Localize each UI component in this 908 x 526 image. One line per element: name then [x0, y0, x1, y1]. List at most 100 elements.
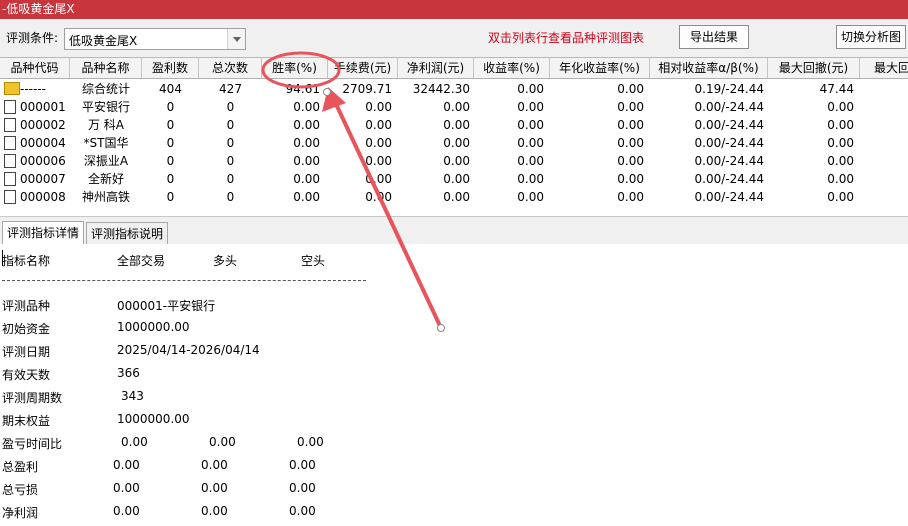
col-header-relative[interactable]: 相对收益率α/β(%): [650, 58, 768, 79]
cell-rate: 0.00: [293, 100, 320, 114]
cell-rate: 0.00: [293, 154, 320, 168]
detail-value: 0.00: [121, 435, 148, 449]
cell-return: 0.00: [517, 100, 544, 114]
table-row[interactable]: 000006 深振业A 0 0 0.00 0.00 0.00 0.00 0.00…: [0, 152, 908, 170]
cell-win: 0: [166, 190, 175, 204]
window-title: -低吸黄金尾X: [0, 0, 908, 19]
col-header-annual[interactable]: 年化收益率(%): [550, 58, 650, 79]
document-icon: [4, 100, 16, 114]
detail-value: 2025/04/14-2026/04/14: [117, 343, 260, 357]
table-row[interactable]: 000004 *ST国华 0 0 0.00 0.00 0.00 0.00 0.0…: [0, 134, 908, 152]
cell-fee: 0.00: [365, 190, 392, 204]
detail-value: 1000000.00: [117, 320, 190, 334]
criteria-combobox[interactable]: 低吸黄金尾X: [64, 28, 246, 50]
table-header: 品种代码 品种名称 盈利数 总次数 胜率(%) 手续费(元) 净利润(元) 收益…: [0, 58, 908, 79]
cell-annual: 0.00: [617, 100, 644, 114]
col-header-total[interactable]: 总次数: [199, 58, 262, 79]
col-header-win[interactable]: 盈利数: [142, 58, 199, 79]
chevron-down-icon[interactable]: [227, 29, 245, 49]
cell-rate: 0.00: [293, 118, 320, 132]
tab-metric-explanation[interactable]: 评测指标说明: [86, 222, 169, 245]
detail-label: 盈亏时间比: [2, 437, 63, 451]
col-header-drawdown[interactable]: 最大回撤(元): [768, 58, 860, 79]
cell-name: 万 科A: [87, 118, 125, 132]
switch-chart-button[interactable]: 切换分析图: [836, 25, 906, 49]
cell-return: 0.00: [517, 190, 544, 204]
cell-code: ------: [20, 82, 46, 96]
table-row[interactable]: 000001 平安银行 0 0 0.00 0.00 0.00 0.00 0.00…: [0, 98, 908, 116]
cell-rate: 0.00: [293, 136, 320, 150]
detail-col-header-all: 全部交易: [117, 254, 166, 268]
toolbar: 评测条件: 低吸黄金尾X 双击列表行查看品种评测图表 导出结果 切换分析图: [0, 19, 908, 57]
cell-code: 000001: [20, 100, 66, 114]
detail-value: 0.00: [201, 481, 228, 495]
tab-metric-details[interactable]: 评测指标详情: [2, 221, 85, 245]
folder-icon: [4, 82, 20, 95]
cell-relative: 0.00/-24.44: [694, 118, 764, 132]
cell-annual: 0.00: [617, 136, 644, 150]
cell-win: 0: [166, 100, 175, 114]
detail-value: 0.00: [201, 458, 228, 472]
cell-code: 000007: [20, 172, 66, 186]
cell-drawdown: 0.00: [827, 100, 854, 114]
detail-label: 有效天数: [2, 368, 51, 382]
cell-win: 0: [166, 136, 175, 150]
detail-col-header-long: 多头: [213, 254, 238, 268]
detail-label: 期末权益: [2, 414, 51, 428]
cell-fee: 0.00: [365, 172, 392, 186]
cell-total: 427: [219, 82, 242, 96]
document-icon: [4, 190, 16, 204]
table-row[interactable]: 000007 全新好 0 0 0.00 0.00 0.00 0.00 0.00 …: [0, 170, 908, 188]
cell-code: 000002: [20, 118, 66, 132]
export-results-button[interactable]: 导出结果: [679, 25, 749, 49]
cell-annual: 0.00: [617, 154, 644, 168]
col-header-name[interactable]: 品种名称: [70, 58, 142, 79]
cell-fee: 0.00: [365, 154, 392, 168]
cell-return: 0.00: [517, 172, 544, 186]
cell-drawdown: 0.00: [827, 172, 854, 186]
cell-fee: 2709.71: [342, 82, 392, 96]
table-row[interactable]: ------ 综合统计 404 427 94.61 2709.71 32442.…: [0, 80, 908, 98]
table-row[interactable]: 000002 万 科A 0 0 0.00 0.00 0.00 0.00 0.00…: [0, 116, 908, 134]
cell-code: 000006: [20, 154, 66, 168]
document-icon: [4, 154, 16, 168]
detail-label: 初始资金: [2, 322, 51, 336]
detail-label: 评测日期: [2, 345, 51, 359]
cell-return: 0.00: [517, 154, 544, 168]
table-row[interactable]: 000008 神州高铁 0 0 0.00 0.00 0.00 0.00 0.00…: [0, 188, 908, 206]
cell-annual: 0.00: [617, 172, 644, 186]
cell-relative: 0.00/-24.44: [694, 100, 764, 114]
cell-relative: 0.00/-24.44: [694, 136, 764, 150]
detail-value: 0.00: [113, 481, 140, 495]
cell-rate: 0.00: [293, 172, 320, 186]
cell-total: 0: [226, 154, 235, 168]
criteria-label: 评测条件:: [6, 31, 59, 45]
cell-total: 0: [226, 118, 235, 132]
col-header-return[interactable]: 收益率(%): [474, 58, 550, 79]
cell-total: 0: [226, 136, 235, 150]
cell-profit: 0.00: [443, 136, 470, 150]
cell-name: *ST国华: [83, 136, 129, 150]
detail-value: 343: [121, 389, 144, 403]
cell-relative: 0.19/-24.44: [694, 82, 764, 96]
col-header-rate[interactable]: 胜率(%): [262, 58, 328, 79]
hint-text: 双击列表行查看品种评测图表: [488, 31, 645, 45]
cell-annual: 0.00: [617, 118, 644, 132]
detail-value: 0.00: [289, 458, 316, 472]
col-header-drawdown-pct[interactable]: 最大回: [860, 58, 908, 79]
cell-fee: 0.00: [365, 136, 392, 150]
criteria-combobox-value: 低吸黄金尾X: [69, 34, 138, 48]
detail-label: 评测周期数: [2, 391, 63, 405]
detail-value: 1000000.00: [117, 412, 190, 426]
col-header-fee[interactable]: 手续费(元): [328, 58, 398, 79]
detail-col-header-short: 空头: [301, 254, 326, 268]
cell-fee: 0.00: [365, 100, 392, 114]
cell-profit: 0.00: [443, 100, 470, 114]
detail-value: 0.00: [289, 504, 316, 518]
cell-name: 神州高铁: [81, 190, 130, 204]
col-header-code[interactable]: 品种代码: [0, 58, 70, 79]
cell-name: 综合统计: [81, 82, 130, 96]
cell-drawdown: 0.00: [827, 154, 854, 168]
col-header-profit[interactable]: 净利润(元): [398, 58, 474, 79]
cell-profit: 0.00: [443, 154, 470, 168]
